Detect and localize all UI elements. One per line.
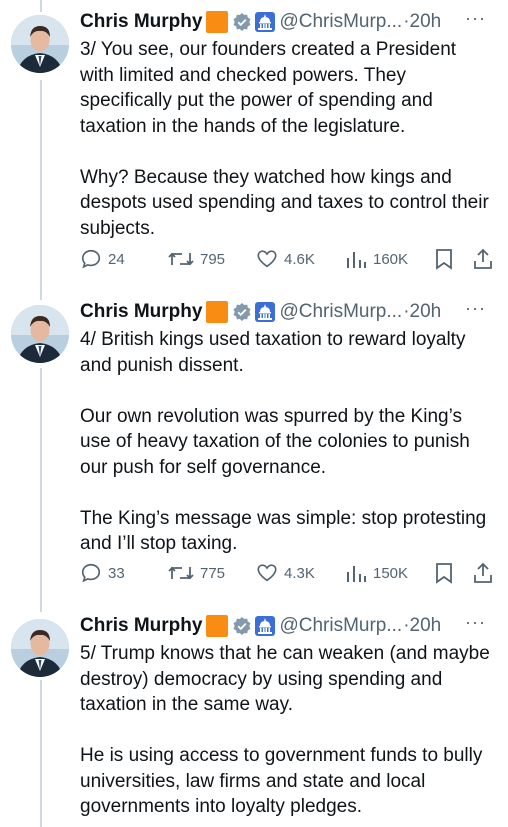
more-options-icon[interactable]: ··· xyxy=(465,8,486,29)
avatar[interactable] xyxy=(11,305,69,363)
heart-icon xyxy=(256,248,284,270)
timestamp[interactable]: ·20h xyxy=(403,11,441,33)
tweet-header: Chris Murphy @ChrisMurp... ·20h ··· xyxy=(80,298,500,324)
like-count: 4.6K xyxy=(284,250,315,268)
bookmark-button[interactable] xyxy=(434,561,460,585)
views-count: 160K xyxy=(373,250,409,268)
reply-icon xyxy=(80,562,108,584)
share-icon xyxy=(472,248,500,270)
author-handle[interactable]: @ChrisMurp... xyxy=(279,11,402,33)
tweet[interactable]: Chris Murphy @ChrisMurp... ·20h ··· 5/ T… xyxy=(0,604,508,827)
tweet-paragraph: 5/ Trump knows that he can weaken (and m… xyxy=(80,643,490,715)
more-options-icon[interactable]: ··· xyxy=(465,612,486,633)
share-button[interactable] xyxy=(472,247,500,271)
tweet-actions: 24 795 4.6K 160K xyxy=(80,247,500,271)
views-button[interactable]: 150K xyxy=(345,561,408,585)
timestamp[interactable]: ·20h xyxy=(403,615,441,637)
views-count: 150K xyxy=(373,564,409,582)
tweet[interactable]: Chris Murphy @ChrisMurp... ·20h ··· 4/ B… xyxy=(0,290,508,600)
like-button[interactable]: 4.6K xyxy=(256,247,315,271)
reply-button[interactable]: 24 xyxy=(80,247,125,271)
repost-icon xyxy=(168,248,200,270)
tweet[interactable]: Chris Murphy @ChrisMurp... ·20h ··· 3/ Y… xyxy=(0,0,508,290)
repost-count: 775 xyxy=(200,564,226,582)
verified-badge-icon xyxy=(232,616,252,636)
capitol-icon xyxy=(255,302,276,322)
like-count: 4.3K xyxy=(284,564,315,582)
share-icon xyxy=(472,562,500,584)
repost-button[interactable]: 795 xyxy=(168,247,225,271)
share-button[interactable] xyxy=(472,561,500,585)
heart-icon xyxy=(256,562,284,584)
like-button[interactable]: 4.3K xyxy=(256,561,315,585)
tweet-actions: 33 775 4.3K 150K xyxy=(80,561,500,585)
tweet-header: Chris Murphy @ChrisMurp... ·20h ··· xyxy=(80,612,500,638)
bookmark-button[interactable] xyxy=(434,247,460,271)
views-icon xyxy=(345,248,373,270)
tweet-paragraph: The King’s message was simple: stop prot… xyxy=(80,507,487,555)
tweet-header: Chris Murphy @ChrisMurp... ·20h ··· xyxy=(80,8,500,34)
author-name[interactable]: Chris Murphy xyxy=(80,301,202,323)
tweet-text: 3/ You see, our founders created a Presi… xyxy=(80,37,495,241)
views-button[interactable]: 160K xyxy=(345,247,408,271)
author-name[interactable]: Chris Murphy xyxy=(80,11,202,33)
timestamp[interactable]: ·20h xyxy=(403,301,441,323)
orange-square-icon xyxy=(206,615,229,637)
orange-square-icon xyxy=(206,11,229,33)
reply-icon xyxy=(80,248,108,270)
repost-button[interactable]: 775 xyxy=(168,561,225,585)
tweet-text: 4/ British kings used taxation to reward… xyxy=(80,327,495,557)
tweet-paragraph: 4/ British kings used taxation to reward… xyxy=(80,329,466,376)
capitol-icon xyxy=(255,616,276,636)
tweet-paragraph: Our own revolution was spurred by the Ki… xyxy=(80,405,470,478)
verified-badge-icon xyxy=(232,12,252,32)
author-handle[interactable]: @ChrisMurp... xyxy=(279,301,402,323)
tweet-paragraph: He is using access to government funds t… xyxy=(80,745,483,817)
orange-square-icon xyxy=(206,301,229,323)
capitol-icon xyxy=(255,12,276,32)
bookmark-icon xyxy=(434,562,460,584)
reply-count: 33 xyxy=(108,564,125,582)
reply-button[interactable]: 33 xyxy=(80,561,125,585)
repost-icon xyxy=(168,562,200,584)
verified-badge-icon xyxy=(232,302,252,322)
more-options-icon[interactable]: ··· xyxy=(465,298,486,319)
tweet-text: 5/ Trump knows that he can weaken (and m… xyxy=(80,641,495,820)
reply-count: 24 xyxy=(108,250,125,268)
author-name[interactable]: Chris Murphy xyxy=(80,615,202,637)
tweet-paragraph: Why? Because they watched how kings and … xyxy=(80,166,489,239)
views-icon xyxy=(345,562,373,584)
bookmark-icon xyxy=(434,248,460,270)
avatar[interactable] xyxy=(11,15,69,73)
repost-count: 795 xyxy=(200,250,226,268)
avatar[interactable] xyxy=(11,619,69,677)
tweet-paragraph: 3/ You see, our founders created a Presi… xyxy=(80,39,457,137)
author-handle[interactable]: @ChrisMurp... xyxy=(279,615,402,637)
